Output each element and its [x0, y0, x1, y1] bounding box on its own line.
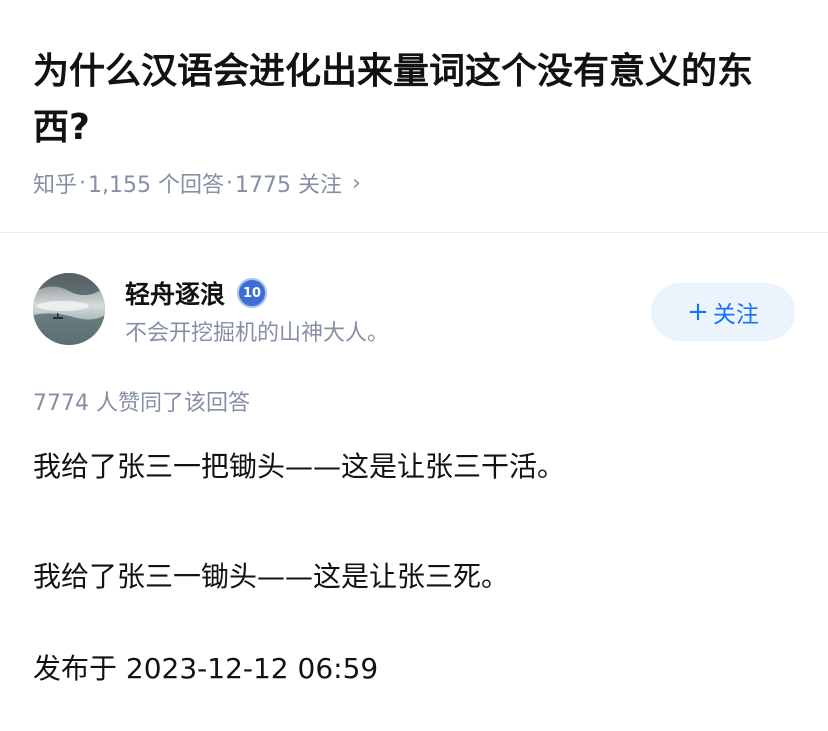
chevron-right-icon[interactable]: ›: [352, 171, 361, 196]
answer-paragraph: 我给了张三一把锄头——这是让张三干活。: [33, 450, 566, 483]
question-header: 为什么汉语会进化出来量词这个没有意义的东西? 知乎 · 1,155 个回答 · …: [33, 44, 803, 198]
plus-icon: +: [687, 297, 709, 327]
level-badge-icon: 10: [237, 278, 268, 308]
answer-content: 我给了张三一把锄头——这是让张三干活。 我给了张三一锄头——这是让张三死。: [33, 445, 803, 599]
author-bio: 不会开挖掘机的山神大人。: [125, 321, 390, 346]
author-name[interactable]: 轻舟逐浪: [125, 275, 225, 311]
meta-separator: ·: [226, 170, 233, 196]
followers-count: 1775 关注: [235, 173, 342, 198]
vote-count: 7774 人赞同了该回答: [33, 391, 250, 416]
avatar[interactable]: [33, 273, 105, 345]
section-divider: [0, 232, 828, 233]
source-label: 知乎: [33, 173, 78, 198]
question-title[interactable]: 为什么汉语会进化出来量词这个没有意义的东西?: [33, 44, 803, 156]
follow-button[interactable]: + 关注: [651, 283, 795, 341]
meta-separator: ·: [79, 170, 87, 196]
avatar-landscape-image: [33, 273, 105, 345]
question-meta[interactable]: 知乎 · 1,155 个回答 · 1775 关注 ›: [33, 168, 803, 199]
follow-label: 关注: [712, 302, 759, 328]
answers-count: 1,155 个回答: [88, 173, 224, 198]
answer-paragraph: 我给了张三一锄头——这是让张三死。: [33, 560, 510, 593]
publish-time: 发布于 2023-12-12 06:59: [33, 652, 379, 685]
author-card: 轻舟逐浪 10 不会开挖掘机的山神大人。 + 关注: [33, 273, 795, 349]
author-name-row: 轻舟逐浪 10: [125, 275, 268, 311]
